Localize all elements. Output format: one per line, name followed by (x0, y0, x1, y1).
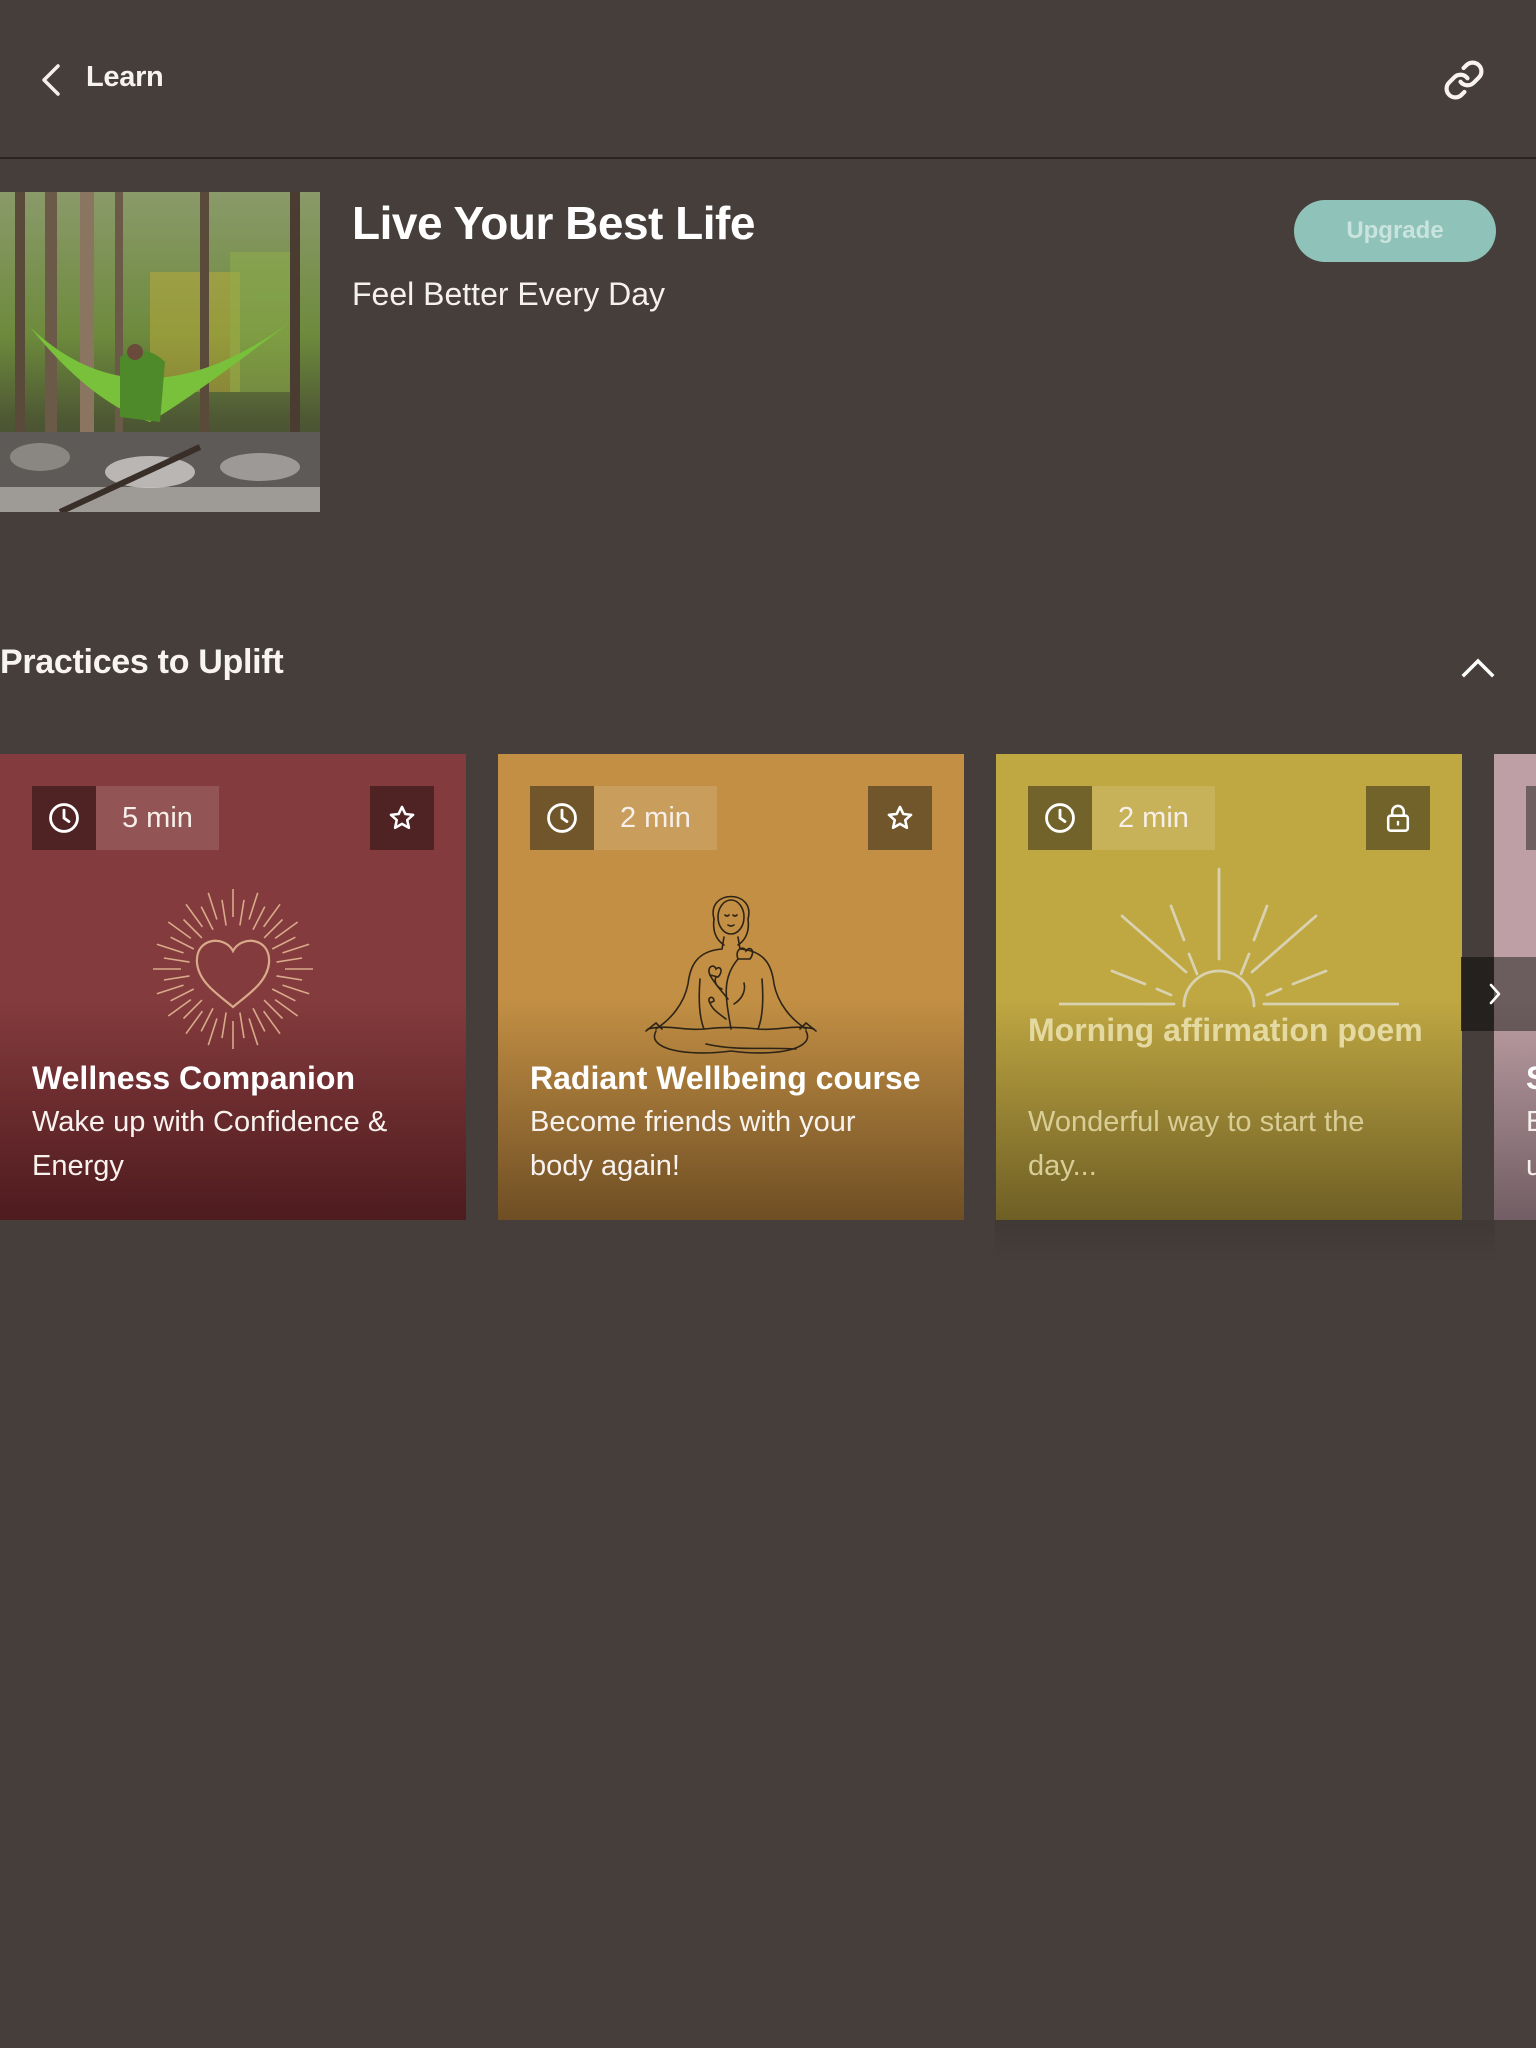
card-title: Wellness Companion (32, 1060, 356, 1096)
link-icon (1444, 60, 1484, 100)
heart-ray (200, 1007, 214, 1032)
chevron-up-icon (1461, 658, 1495, 678)
practice-card[interactable]: 5 min Wellness Companion Wake up with Co… (0, 754, 466, 1220)
heart-ray (207, 1018, 218, 1046)
page-title: Learn (86, 61, 164, 93)
duration-label: 2 min (1092, 786, 1215, 850)
duration-chip (32, 786, 96, 850)
heart-ray (271, 988, 296, 1002)
star-icon (887, 805, 913, 830)
duration-chip (1526, 786, 1536, 850)
hero-image (0, 192, 320, 512)
duration-chip (530, 786, 594, 850)
heart-ray (239, 899, 245, 926)
upgrade-button[interactable]: Upgrade (1294, 200, 1496, 262)
clock-icon (547, 803, 577, 833)
top-bar: Learn (0, 0, 1536, 159)
chevron-right-icon (1489, 983, 1500, 1005)
copy-link-button[interactable] (1440, 56, 1488, 104)
heart-ray (248, 1018, 259, 1046)
heart-ray (200, 906, 214, 931)
card-title: Radiant Wellbeing course (530, 1060, 921, 1096)
back-button[interactable] (36, 62, 66, 98)
heart-ray (271, 936, 296, 950)
practice-card[interactable]: 2 min Radiant Wellbeing course Become fr… (498, 754, 964, 1220)
heart-ray (221, 1012, 227, 1039)
favorite-button[interactable] (868, 786, 932, 850)
heart-ray (282, 943, 310, 954)
heart-ray (276, 957, 303, 963)
practices-carousel: 5 min Wellness Companion Wake up with Co… (0, 754, 1536, 1220)
heart-ray (221, 899, 227, 926)
duration-label: 5 min (96, 786, 219, 850)
course-subtitle: Feel Better Every Day (352, 276, 665, 312)
lock-icon (1386, 804, 1410, 832)
heart-ray (252, 1007, 266, 1032)
heart-ray (276, 975, 303, 981)
carousel-next-button[interactable] (1461, 957, 1536, 1031)
heart-ray (163, 975, 190, 981)
section-title: Practices to Uplift (0, 643, 284, 681)
heart-ray (239, 1012, 245, 1039)
card-description: Become friends with your body again! (530, 1106, 856, 1182)
heart-ray (156, 984, 184, 995)
heart-ray (248, 892, 259, 920)
card-shadow (995, 1220, 1495, 1265)
heart-ray (170, 936, 195, 950)
chevron-left-icon (42, 64, 60, 96)
duration-chip (1028, 786, 1092, 850)
course-title: Live Your Best Life (352, 197, 755, 249)
collapse-section-button[interactable] (1456, 646, 1500, 690)
meditating-woman-illustration (498, 854, 964, 1084)
heart-ray (207, 892, 218, 920)
practice-card-locked[interactable]: 2 min Morning affirmation poem Wonderful… (996, 754, 1462, 1220)
card-description: Wonderful way to start the day... (1028, 1106, 1365, 1182)
star-icon (389, 805, 415, 830)
heart-ray (170, 988, 195, 1002)
heart-ray (252, 906, 266, 931)
radiant-heart-illustration (0, 854, 466, 1084)
heart-ray (163, 957, 190, 963)
favorite-button[interactable] (370, 786, 434, 850)
card-title: Morning affirmation poem (1028, 1012, 1423, 1048)
card-description: B u (1526, 1106, 1536, 1182)
heart-ray (282, 984, 310, 995)
card-description: Wake up with Confidence & Energy (32, 1106, 388, 1182)
clock-icon (1045, 803, 1075, 833)
card-title: S (1526, 1054, 1536, 1102)
rising-sun-illustration (996, 854, 1462, 1024)
duration-label: 2 min (594, 786, 717, 850)
clock-icon (49, 803, 79, 833)
locked-button[interactable] (1366, 786, 1430, 850)
heart-ray (156, 943, 184, 954)
